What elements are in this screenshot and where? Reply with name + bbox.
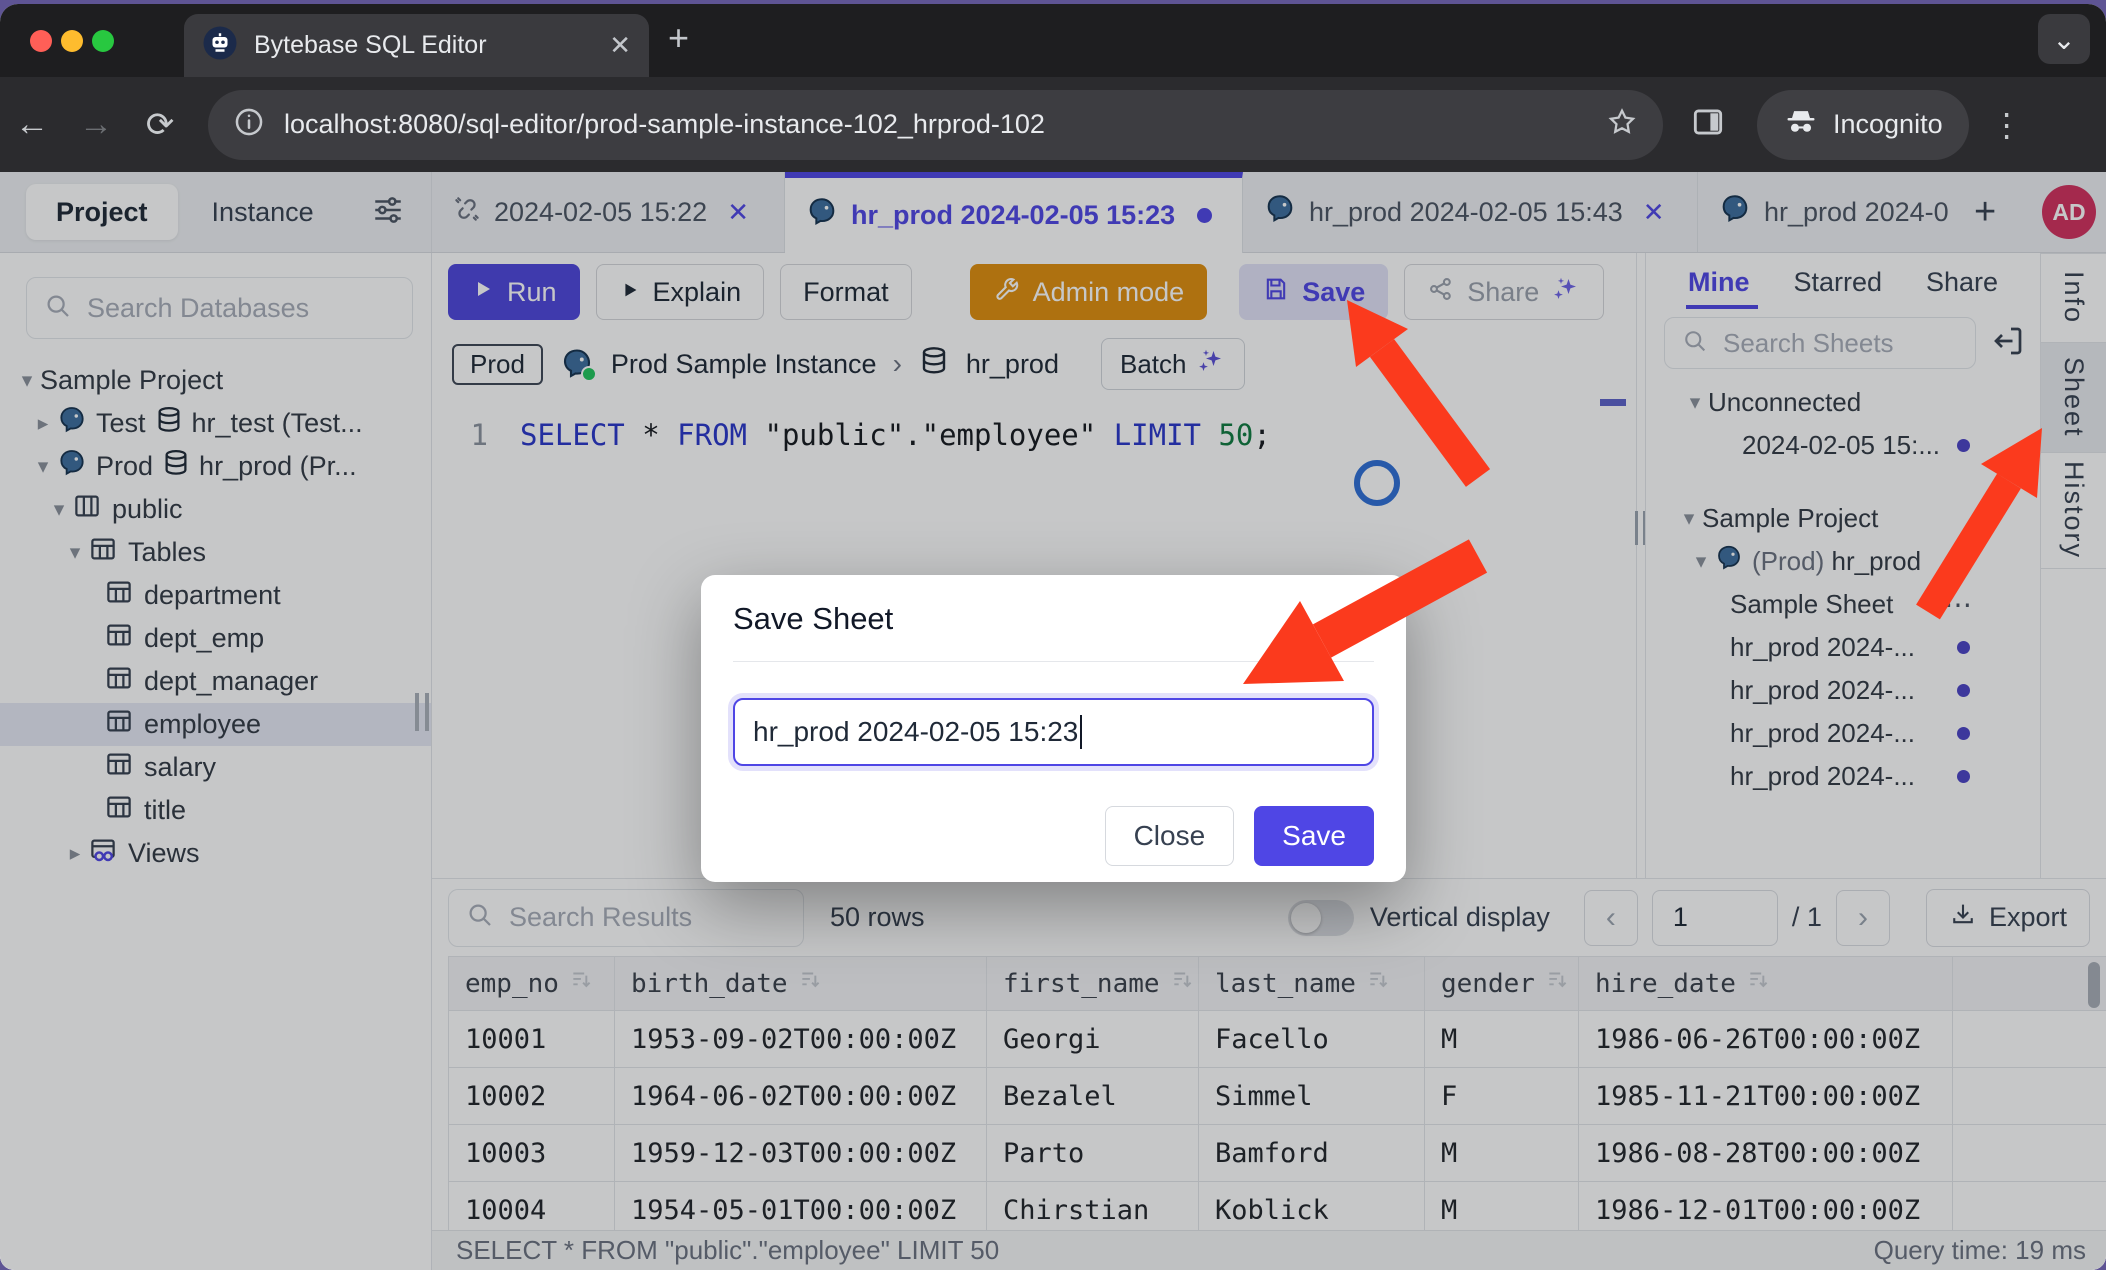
dialog-divider — [733, 661, 1374, 662]
reload-button[interactable]: ⟳ — [128, 105, 192, 145]
sheet-name-input[interactable]: hr_prod 2024-02-05 15:23 — [733, 698, 1374, 766]
browser-window: Bytebase SQL Editor ✕ + ⌄ ← → ⟳ localhos… — [0, 4, 2106, 1270]
minimize-window-button[interactable] — [61, 30, 83, 52]
new-tab-button[interactable]: + — [668, 20, 689, 56]
dialog-title: Save Sheet — [733, 601, 893, 637]
browser-tab-title: Bytebase SQL Editor — [254, 31, 609, 60]
tab-search-button[interactable]: ⌄ — [2038, 14, 2090, 64]
incognito-badge: Incognito — [1757, 90, 1969, 160]
dialog-save-button[interactable]: Save — [1254, 806, 1374, 866]
browser-tab[interactable]: Bytebase SQL Editor ✕ — [184, 14, 649, 77]
window-controls — [30, 30, 114, 52]
zoom-window-button[interactable] — [92, 30, 114, 52]
save-label: Save — [1282, 820, 1346, 852]
browser-menu-icon[interactable]: ⋮ — [1991, 106, 2023, 144]
browser-toolbar: ← → ⟳ localhost:8080/sql-editor/prod-sam… — [0, 77, 2106, 172]
browser-tabstrip: Bytebase SQL Editor ✕ + ⌄ — [0, 4, 2106, 77]
sheet-name-value: hr_prod 2024-02-05 15:23 — [753, 716, 1078, 748]
close-tab-icon[interactable]: ✕ — [609, 30, 631, 61]
back-button[interactable]: ← — [0, 105, 64, 144]
incognito-icon — [1783, 103, 1819, 146]
bookmark-star-icon[interactable] — [1605, 105, 1639, 144]
site-info-icon[interactable] — [232, 105, 266, 144]
url-text: localhost:8080/sql-editor/prod-sample-in… — [284, 109, 1605, 140]
side-panel-icon[interactable] — [1689, 103, 1727, 146]
address-bar[interactable]: localhost:8080/sql-editor/prod-sample-in… — [208, 90, 1663, 160]
close-window-button[interactable] — [30, 30, 52, 52]
forward-button[interactable]: → — [64, 105, 128, 144]
bytebase-favicon — [202, 25, 238, 66]
close-label: Close — [1134, 820, 1206, 852]
close-dialog-icon[interactable]: ✕ — [1349, 602, 1374, 637]
chevron-down-icon: ⌄ — [2052, 23, 2075, 56]
text-cursor — [1080, 715, 1082, 749]
dialog-close-button[interactable]: Close — [1105, 806, 1235, 866]
save-sheet-dialog: Save Sheet ✕ hr_prod 2024-02-05 15:23 Cl… — [701, 575, 1406, 882]
incognito-label: Incognito — [1833, 109, 1943, 140]
